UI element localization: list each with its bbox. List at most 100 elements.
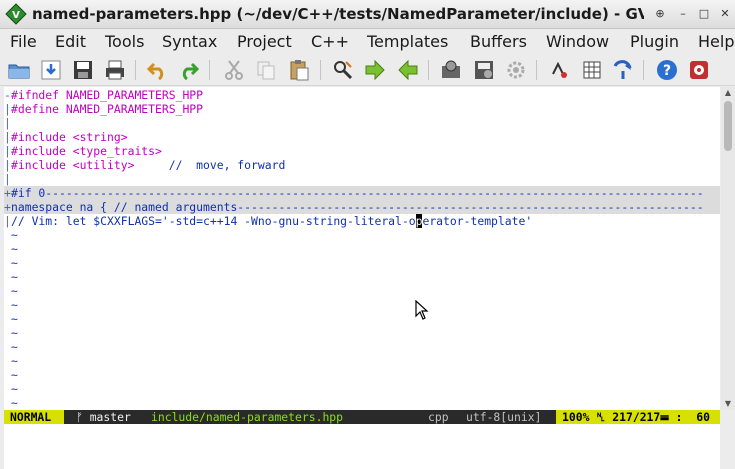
folded-line[interactable]: + namespace na { // named arguments-----… [4,200,720,214]
diff-sign: | [4,144,11,158]
tilde-marker: ~ [11,298,18,312]
menu-help[interactable]: Help [698,31,734,52]
close-button[interactable]: ✕ [717,6,733,22]
toolbar-separator [536,60,537,80]
diff-sign: - [4,88,11,102]
window-title: named-parameters.hpp (~/dev/C++/tests/Na… [32,5,644,23]
menu-edit[interactable]: Edit [55,31,86,52]
toolbar-separator [135,60,136,80]
mode-indicator: NORMAL [4,410,64,424]
tilde-marker: ~ [11,256,18,270]
maximize-button[interactable]: □ [696,6,712,22]
empty-line-marker: ~ [4,326,720,340]
scrollbar-thumb[interactable] [724,101,732,151]
tilde-marker: ~ [11,382,18,396]
svg-text:V: V [12,10,20,21]
window-corner [720,410,735,469]
empty-line-marker: ~ [4,368,720,382]
status-line: NORMAL ᚠ master include/named-parameters… [4,410,720,424]
empty-line-marker: ~ [4,242,720,256]
empty-line-marker: ~ [4,340,720,354]
include-directive: #include <utility> [11,158,169,172]
toolbar-separator [320,60,321,80]
menu-window[interactable]: Window [546,31,609,52]
svg-text:?: ? [663,63,671,79]
table-icon[interactable] [580,58,604,82]
pin-icon[interactable]: ⊕ [652,6,668,22]
fold-text: #if 0-----------------------------------… [11,186,704,200]
comment-before-cursor: // Vim: let $CXXFLAGS='-std=c++14 -Wno-g… [11,214,416,228]
run-icon[interactable] [504,58,528,82]
menu-file[interactable]: File [10,31,37,52]
menu-project[interactable]: Project [237,31,292,52]
code-line: | #include <type_traits> [4,144,720,158]
scroll-down-icon[interactable]: ▼ [721,398,735,410]
menu-bar: File Edit Tools Syntax Project C++ Templ… [0,29,735,54]
tilde-marker: ~ [11,242,18,256]
diff-sign: | [4,116,11,130]
cursor-position: 100% ␤ 217/217☰ : 60 [556,410,720,424]
redo-icon[interactable] [177,58,201,82]
paste-icon[interactable] [287,58,311,82]
powerline-separator [64,410,72,424]
copy-icon[interactable] [254,58,278,82]
jump-icon[interactable] [611,58,635,82]
code-line: | [4,116,720,130]
forward-arrow-icon[interactable] [363,58,387,82]
empty-line-marker: ~ [4,270,720,284]
code-line: | #include <string> [4,130,720,144]
tilde-marker: ~ [11,354,18,368]
cut-icon[interactable] [222,58,246,82]
command-line[interactable] [4,424,720,469]
code-text: #include <string> [11,130,128,144]
toolbar: ? [0,54,735,86]
help-icon[interactable]: ? [655,58,679,82]
menu-syntax[interactable]: Syntax [162,31,217,52]
editor-text-area[interactable]: - #ifndef NAMED_PARAMETERS_HPP | #define… [4,87,720,410]
vertical-scrollbar[interactable]: ▲ ▼ [721,87,735,410]
diff-sign: | [4,102,11,116]
git-branch: ᚠ master [76,410,131,424]
menu-templates[interactable]: Templates [367,31,448,52]
tilde-marker: ~ [11,270,18,284]
file-encoding: utf-8[unix] [466,410,542,424]
code-line: | // Vim: let $CXXFLAGS='-std=c++14 -Wno… [4,214,720,228]
toolbar-separator [428,60,429,80]
back-arrow-icon[interactable] [396,58,420,82]
toolbar-separator [209,60,210,80]
diff-sign: | [4,130,11,144]
tilde-marker: ~ [11,368,18,382]
make-icon[interactable] [472,58,496,82]
spell-icon[interactable] [547,58,571,82]
fold-sign: + [4,186,11,200]
save-icon[interactable] [71,58,95,82]
empty-line-marker: ~ [4,382,720,396]
folded-line[interactable]: + #if 0---------------------------------… [4,186,720,200]
menu-tools[interactable]: Tools [105,31,144,52]
scroll-up-icon[interactable]: ▲ [721,87,735,99]
fold-sign: + [4,200,11,214]
print-icon[interactable] [103,58,127,82]
menu-plugin[interactable]: Plugin [630,31,679,52]
code-text: #define NAMED_PARAMETERS_HPP [11,102,204,116]
download-icon[interactable] [39,58,63,82]
undo-icon[interactable] [145,58,169,82]
open-folder-icon[interactable] [7,58,31,82]
tilde-marker: ~ [11,340,18,354]
filetype: cpp [428,410,449,424]
code-text: #include <type_traits> [11,144,162,158]
empty-line-marker: ~ [4,256,720,270]
code-line: | [4,172,720,186]
build-icon[interactable] [439,58,463,82]
tilde-marker: ~ [11,312,18,326]
menu-buffers[interactable]: Buffers [470,31,527,52]
empty-line-marker: ~ [4,298,720,312]
minimize-button[interactable]: – [675,6,691,22]
code-text: // Vim: let $CXXFLAGS='-std=c++14 -Wno-g… [11,214,532,228]
tools-icon[interactable] [687,58,711,82]
find-replace-icon[interactable] [331,58,355,82]
menu-cpp[interactable]: C++ [311,31,349,52]
file-path: include/named-parameters.hpp [151,410,344,424]
diff-sign: | [4,214,11,228]
gvim-app-icon[interactable]: V [5,3,27,25]
